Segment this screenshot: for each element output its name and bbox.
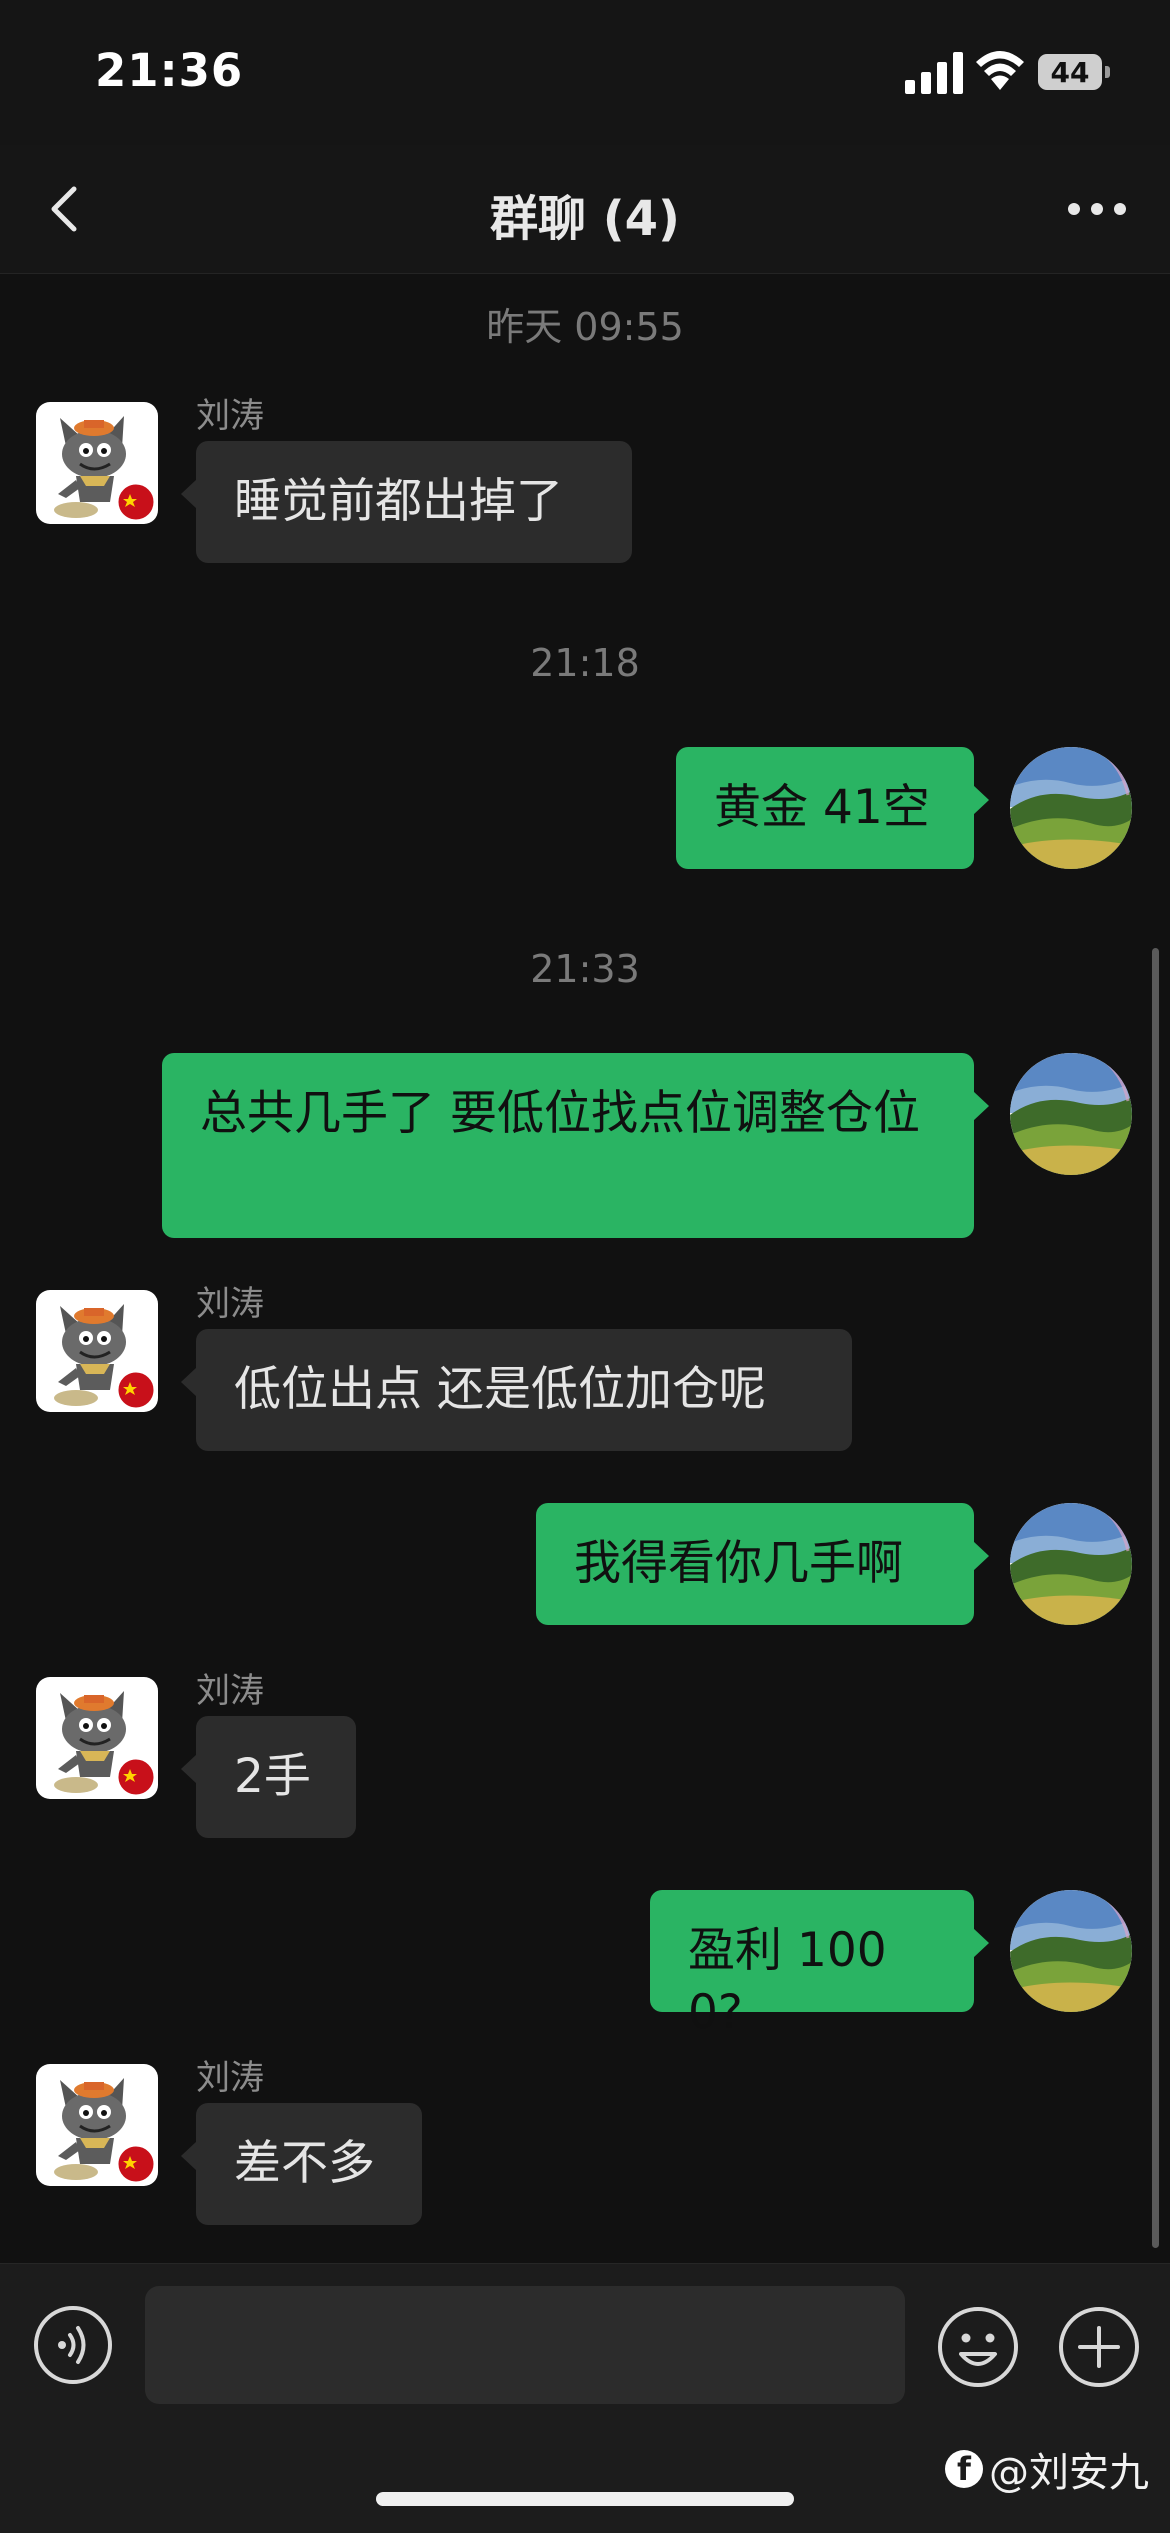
wifi-icon: [976, 51, 1024, 90]
timestamp: 昨天 09:55: [486, 305, 684, 349]
message-bubble-incoming[interactable]: 差不多: [181, 2103, 422, 2225]
battery-level: 44: [1050, 56, 1090, 89]
message-bubble-outgoing[interactable]: 盈利 1000?: [650, 1890, 989, 2040]
message-bubble-incoming[interactable]: 睡觉前都出掉了: [181, 441, 632, 563]
message-bubble-incoming[interactable]: 低位出点 还是低位加仓呢: [181, 1329, 852, 1451]
avatar[interactable]: [1010, 1053, 1132, 1175]
avatar[interactable]: [1010, 1503, 1132, 1625]
sender-name: 刘涛: [196, 1284, 264, 1324]
watermark-text: @刘安九: [989, 2450, 1149, 2496]
facebook-logo-icon: f: [945, 2450, 983, 2488]
avatar[interactable]: [36, 1290, 158, 1412]
scrollbar[interactable]: [1152, 948, 1159, 2248]
sender-name: 刘涛: [196, 1671, 264, 1711]
watermark: f @刘安九: [945, 2440, 1149, 2498]
message-bubble-outgoing[interactable]: 黄金 41空: [676, 747, 989, 869]
avatar[interactable]: [1010, 747, 1132, 869]
timestamp: 21:18: [530, 641, 640, 685]
avatar[interactable]: [36, 2064, 158, 2186]
cellular-signal-icon: [905, 52, 963, 94]
battery-icon: 44: [1038, 54, 1110, 90]
status-bar: 21:36 44: [0, 0, 1170, 145]
message-bubble-incoming[interactable]: 2手: [181, 1716, 356, 1838]
chat-title: 群聊 (4): [490, 191, 680, 247]
more-dots-icon[interactable]: [1062, 185, 1132, 233]
sender-name: 刘涛: [196, 396, 264, 436]
avatar[interactable]: [36, 402, 158, 524]
home-indicator[interactable]: [376, 2492, 794, 2506]
input-bar: f @刘安九: [0, 2263, 1170, 2533]
avatar[interactable]: [1010, 1890, 1132, 2012]
status-time: 21:36: [95, 44, 244, 97]
voice-icon[interactable]: [32, 2304, 114, 2386]
message-bubble-outgoing[interactable]: 总共几手了 要低位找点位调整仓位: [162, 1053, 989, 1238]
avatar[interactable]: [36, 1677, 158, 1799]
message-input[interactable]: [145, 2286, 905, 2404]
chat-header: 群聊 (4): [0, 145, 1170, 274]
message-bubble-outgoing[interactable]: 我得看你几手啊: [536, 1503, 989, 1625]
emoji-icon[interactable]: [935, 2304, 1021, 2390]
plus-icon[interactable]: [1056, 2304, 1142, 2390]
timestamp: 21:33: [530, 947, 640, 991]
sender-name: 刘涛: [196, 2058, 264, 2098]
